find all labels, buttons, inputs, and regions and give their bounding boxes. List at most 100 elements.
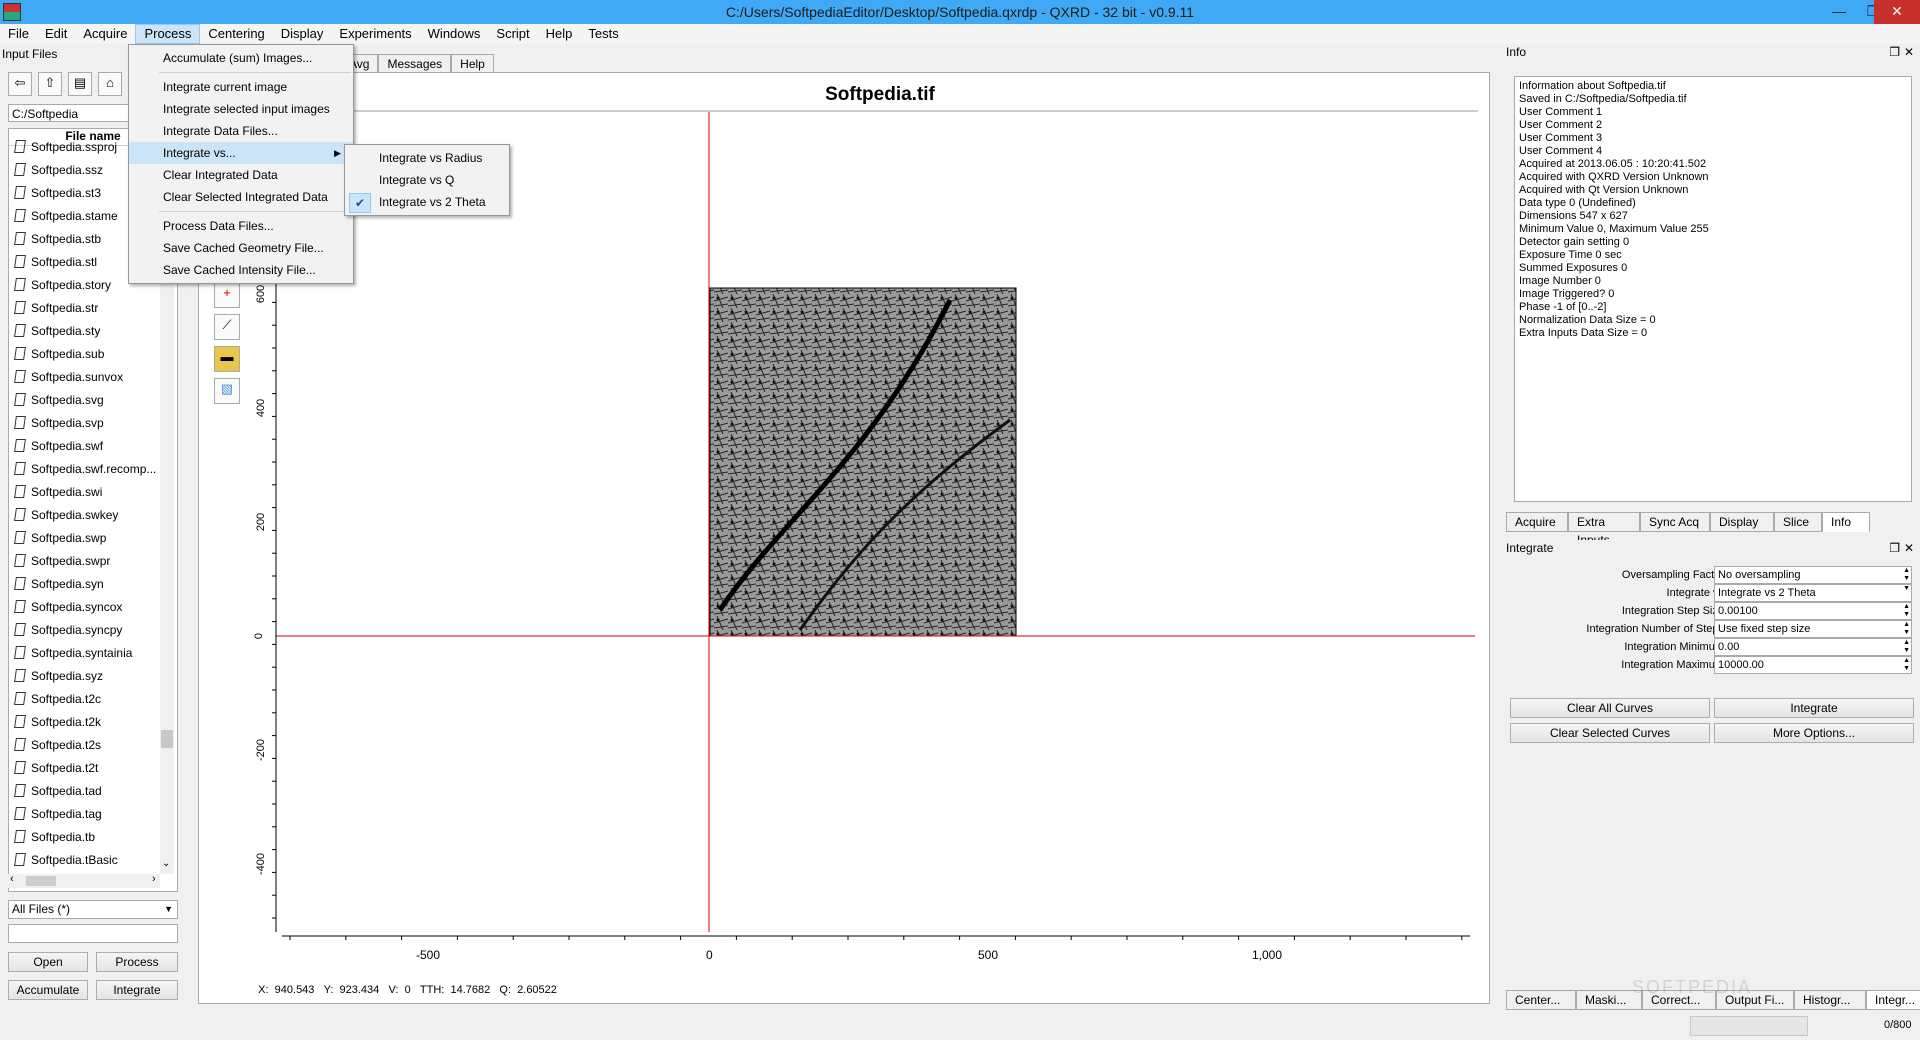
file-list-item[interactable]: Softpedia.syncox (9, 596, 177, 619)
menu-clear-selected-integrated[interactable]: Clear Selected Integrated Data (129, 186, 353, 208)
ruler-icon[interactable]: ▬ (214, 346, 240, 372)
file-list-item[interactable]: Softpedia.sty (9, 320, 177, 343)
spinner-icon[interactable]: ▲ ▼ (1903, 567, 1910, 583)
file-list-item[interactable]: Softpedia.swf (9, 435, 177, 458)
menu-edit[interactable]: Edit (37, 24, 75, 44)
file-list-item[interactable]: Softpedia.syntainia (9, 642, 177, 665)
integrate-field-input[interactable]: 0.00100 ▲ ▼ (1714, 602, 1912, 620)
more-options-button[interactable]: More Options... (1714, 723, 1914, 743)
tab-help[interactable]: Help (451, 54, 494, 74)
file-filter-input[interactable] (8, 924, 178, 943)
tab-display[interactable]: Display (1710, 512, 1774, 532)
menu-centering[interactable]: Centering (200, 24, 272, 44)
file-list-hscrollbar[interactable]: ‹ › (8, 873, 160, 888)
file-list-item[interactable]: Softpedia.syncpy (9, 619, 177, 642)
menu-accumulate-images[interactable]: Accumulate (sum) Images... (129, 47, 353, 69)
file-list-item[interactable]: Softpedia.svp (9, 412, 177, 435)
file-list-item[interactable]: Softpedia.swi (9, 481, 177, 504)
file-list-item[interactable]: Softpedia.swf.recomp... (9, 458, 177, 481)
file-list-vscroll-thumb[interactable] (161, 730, 173, 748)
file-list-item[interactable]: Softpedia.tad (9, 780, 177, 803)
integrate-field-input[interactable]: 10000.00 ▲ ▼ (1714, 656, 1912, 674)
float-icon[interactable]: ❐ (1889, 44, 1900, 60)
home-icon[interactable]: ⌂ (98, 72, 122, 96)
menu-file[interactable]: File (0, 24, 37, 44)
menu-experiments[interactable]: Experiments (331, 24, 419, 44)
open-button[interactable]: Open (8, 952, 88, 972)
accumulate-button[interactable]: Accumulate (8, 980, 88, 1000)
menu-integrate-data-files[interactable]: Integrate Data Files... (129, 120, 353, 142)
file-list-item[interactable]: Softpedia.sunvox (9, 366, 177, 389)
clear-selected-curves-button[interactable]: Clear Selected Curves (1510, 723, 1710, 743)
minimize-button[interactable]: — (1822, 0, 1856, 24)
spinner-icon[interactable]: ▲ ▼ (1903, 603, 1910, 619)
file-list-item[interactable]: Softpedia.swp (9, 527, 177, 550)
file-list-item[interactable]: Softpedia.tBasic (9, 849, 177, 872)
file-list-item[interactable]: Softpedia.tb (9, 826, 177, 849)
spinner-icon[interactable]: ▲ ▼ (1903, 621, 1910, 637)
file-list-item[interactable]: Softpedia.syn (9, 573, 177, 596)
menu-display[interactable]: Display (273, 24, 332, 44)
menu-script[interactable]: Script (488, 24, 537, 44)
tab-slice[interactable]: Slice (1774, 512, 1822, 532)
file-list-item[interactable]: Softpedia.swkey (9, 504, 177, 527)
tab-info[interactable]: Info (1822, 512, 1870, 532)
menu-acquire[interactable]: Acquire (75, 24, 135, 44)
crosshair-icon[interactable]: + (214, 282, 240, 308)
spinner-icon[interactable]: ▲ ▼ (1903, 657, 1910, 673)
tab-extra-inputs[interactable]: Extra Inputs (1568, 512, 1640, 547)
file-list-item[interactable]: Softpedia.t2s (9, 734, 177, 757)
process-button[interactable]: Process (96, 952, 178, 972)
integrate-button-left[interactable]: Integrate (96, 980, 178, 1000)
integrate-field-input[interactable]: 0.00 ▲ ▼ (1714, 638, 1912, 656)
integrate-button[interactable]: Integrate (1714, 698, 1914, 718)
tab-histogram[interactable]: Histogr... (1794, 990, 1866, 1010)
menu-integrate-vs-q[interactable]: Integrate vs Q (345, 169, 509, 191)
file-list-item[interactable]: Softpedia.t2c (9, 688, 177, 711)
file-list-item[interactable]: Softpedia.svg (9, 389, 177, 412)
close-button[interactable]: ✕ (1874, 0, 1920, 24)
menu-clear-integrated[interactable]: Clear Integrated Data (129, 164, 353, 186)
file-list-item[interactable]: Softpedia.swpr (9, 550, 177, 573)
menu-tests[interactable]: Tests (580, 24, 626, 44)
file-list-item[interactable]: Softpedia.sub (9, 343, 177, 366)
up-icon[interactable]: ⇧ (38, 72, 62, 96)
close-icon[interactable]: ✕ (1904, 540, 1914, 556)
back-icon[interactable]: ⇦ (8, 72, 32, 96)
integrate-field-input[interactable]: Integrate vs 2 Theta ▼ (1714, 584, 1912, 602)
scroll-down-icon[interactable]: ⌄ (162, 858, 170, 869)
menu-help[interactable]: Help (538, 24, 581, 44)
scroll-left-icon[interactable]: ‹ (10, 873, 14, 885)
file-list-item[interactable]: Softpedia.t2k (9, 711, 177, 734)
menu-integrate-vs-radius[interactable]: Integrate vs Radius (345, 147, 509, 169)
tab-messages[interactable]: Messages (378, 54, 452, 74)
tab-center[interactable]: Center... (1506, 990, 1576, 1010)
file-list-item[interactable]: Softpedia.syz (9, 665, 177, 688)
integrate-field-input[interactable]: No oversampling ▲ ▼ (1714, 566, 1912, 584)
hscroll-thumb[interactable] (26, 876, 56, 886)
menu-integrate-current[interactable]: Integrate current image (129, 76, 353, 98)
spinner-icon[interactable]: ▲ ▼ (1903, 639, 1910, 655)
clear-all-curves-button[interactable]: Clear All Curves (1510, 698, 1710, 718)
menu-save-intensity[interactable]: Save Cached Intensity File... (129, 259, 353, 281)
close-icon[interactable]: ✕ (1904, 44, 1914, 60)
menu-save-geometry[interactable]: Save Cached Geometry File... (129, 237, 353, 259)
menu-process[interactable]: Process (135, 24, 201, 44)
tab-sync-acq[interactable]: Sync Acq (1640, 512, 1710, 532)
menu-windows[interactable]: Windows (420, 24, 489, 44)
file-list-item[interactable]: Softpedia.t2t (9, 757, 177, 780)
menu-integrate-selected[interactable]: Integrate selected input images (129, 98, 353, 120)
file-filter-select[interactable]: All Files (*) ▼ (8, 900, 178, 919)
chevron-down-icon[interactable]: ▼ (1903, 585, 1910, 593)
tab-integrate[interactable]: Integr... (1866, 990, 1920, 1010)
menu-integrate-vs[interactable]: Integrate vs... ▶ (129, 142, 353, 164)
float-icon[interactable]: ❐ (1889, 540, 1900, 556)
integrate-field-input[interactable]: Use fixed step size ▲ ▼ (1714, 620, 1912, 638)
menu-process-data-files[interactable]: Process Data Files... (129, 215, 353, 237)
folder-icon[interactable]: ▤ (68, 72, 92, 96)
line-tool-icon[interactable]: ⟋ (214, 314, 240, 340)
tab-acquire[interactable]: Acquire (1506, 512, 1568, 532)
menu-integrate-vs-2theta[interactable]: ✔ Integrate vs 2 Theta (345, 191, 509, 213)
histogram-icon[interactable]: ▧ (214, 378, 240, 404)
scroll-right-icon[interactable]: › (152, 873, 156, 885)
